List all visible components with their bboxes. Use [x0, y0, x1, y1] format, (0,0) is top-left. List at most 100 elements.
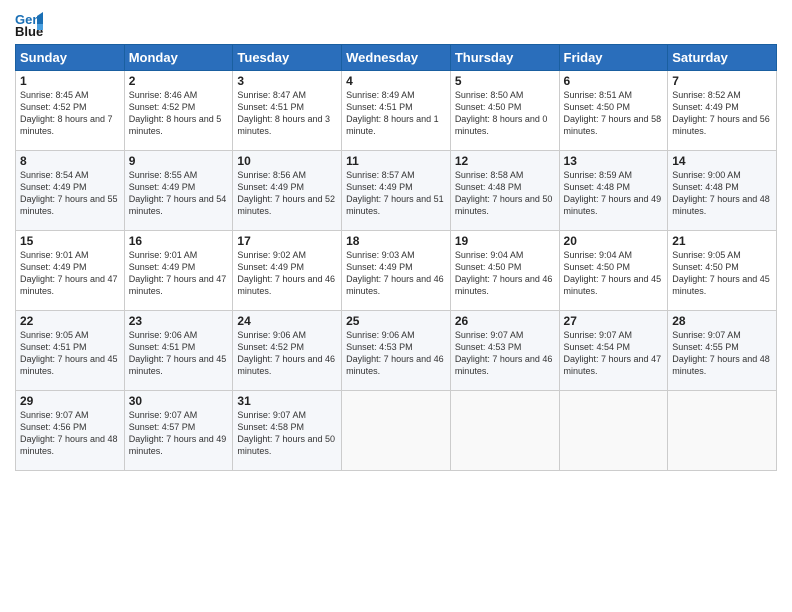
- day-number: 3: [237, 74, 337, 88]
- day-number: 30: [129, 394, 229, 408]
- page-container: General Blue SundayMondayTuesdayWednesda…: [0, 0, 792, 481]
- calendar-week-row: 22Sunrise: 9:05 AMSunset: 4:51 PMDayligh…: [16, 311, 777, 391]
- calendar-day-cell: 18Sunrise: 9:03 AMSunset: 4:49 PMDayligh…: [342, 231, 451, 311]
- weekday-header-cell: Wednesday: [342, 45, 451, 71]
- calendar-day-cell: 16Sunrise: 9:01 AMSunset: 4:49 PMDayligh…: [124, 231, 233, 311]
- calendar-day-cell: 28Sunrise: 9:07 AMSunset: 4:55 PMDayligh…: [668, 311, 777, 391]
- day-detail: Sunrise: 9:02 AMSunset: 4:49 PMDaylight:…: [237, 249, 337, 298]
- day-detail: Sunrise: 9:07 AMSunset: 4:55 PMDaylight:…: [672, 329, 772, 378]
- calendar-day-cell: 31Sunrise: 9:07 AMSunset: 4:58 PMDayligh…: [233, 391, 342, 471]
- calendar-day-cell: 30Sunrise: 9:07 AMSunset: 4:57 PMDayligh…: [124, 391, 233, 471]
- calendar-day-cell: 23Sunrise: 9:06 AMSunset: 4:51 PMDayligh…: [124, 311, 233, 391]
- weekday-header-cell: Thursday: [450, 45, 559, 71]
- calendar-day-cell: [668, 391, 777, 471]
- day-number: 9: [129, 154, 229, 168]
- day-detail: Sunrise: 9:06 AMSunset: 4:53 PMDaylight:…: [346, 329, 446, 378]
- day-detail: Sunrise: 8:58 AMSunset: 4:48 PMDaylight:…: [455, 169, 555, 218]
- calendar-day-cell: 6Sunrise: 8:51 AMSunset: 4:50 PMDaylight…: [559, 71, 668, 151]
- weekday-header-cell: Sunday: [16, 45, 125, 71]
- day-number: 22: [20, 314, 120, 328]
- calendar-day-cell: 14Sunrise: 9:00 AMSunset: 4:48 PMDayligh…: [668, 151, 777, 231]
- calendar-day-cell: 15Sunrise: 9:01 AMSunset: 4:49 PMDayligh…: [16, 231, 125, 311]
- day-detail: Sunrise: 8:51 AMSunset: 4:50 PMDaylight:…: [564, 89, 664, 138]
- calendar-day-cell: [450, 391, 559, 471]
- day-detail: Sunrise: 8:45 AMSunset: 4:52 PMDaylight:…: [20, 89, 120, 138]
- day-detail: Sunrise: 9:00 AMSunset: 4:48 PMDaylight:…: [672, 169, 772, 218]
- calendar-day-cell: 27Sunrise: 9:07 AMSunset: 4:54 PMDayligh…: [559, 311, 668, 391]
- day-detail: Sunrise: 9:07 AMSunset: 4:54 PMDaylight:…: [564, 329, 664, 378]
- day-number: 5: [455, 74, 555, 88]
- weekday-header-cell: Tuesday: [233, 45, 342, 71]
- calendar-day-cell: [342, 391, 451, 471]
- day-detail: Sunrise: 8:54 AMSunset: 4:49 PMDaylight:…: [20, 169, 120, 218]
- calendar-day-cell: 1Sunrise: 8:45 AMSunset: 4:52 PMDaylight…: [16, 71, 125, 151]
- day-number: 10: [237, 154, 337, 168]
- calendar-week-row: 1Sunrise: 8:45 AMSunset: 4:52 PMDaylight…: [16, 71, 777, 151]
- calendar-day-cell: 17Sunrise: 9:02 AMSunset: 4:49 PMDayligh…: [233, 231, 342, 311]
- day-number: 17: [237, 234, 337, 248]
- calendar-day-cell: 10Sunrise: 8:56 AMSunset: 4:49 PMDayligh…: [233, 151, 342, 231]
- calendar-body: 1Sunrise: 8:45 AMSunset: 4:52 PMDaylight…: [16, 71, 777, 471]
- calendar-day-cell: 29Sunrise: 9:07 AMSunset: 4:56 PMDayligh…: [16, 391, 125, 471]
- day-number: 11: [346, 154, 446, 168]
- day-number: 8: [20, 154, 120, 168]
- day-number: 13: [564, 154, 664, 168]
- calendar-week-row: 8Sunrise: 8:54 AMSunset: 4:49 PMDaylight…: [16, 151, 777, 231]
- calendar-day-cell: [559, 391, 668, 471]
- day-detail: Sunrise: 8:55 AMSunset: 4:49 PMDaylight:…: [129, 169, 229, 218]
- day-detail: Sunrise: 8:59 AMSunset: 4:48 PMDaylight:…: [564, 169, 664, 218]
- day-number: 29: [20, 394, 120, 408]
- calendar-day-cell: 13Sunrise: 8:59 AMSunset: 4:48 PMDayligh…: [559, 151, 668, 231]
- calendar-day-cell: 3Sunrise: 8:47 AMSunset: 4:51 PMDaylight…: [233, 71, 342, 151]
- day-number: 27: [564, 314, 664, 328]
- day-detail: Sunrise: 9:06 AMSunset: 4:52 PMDaylight:…: [237, 329, 337, 378]
- day-number: 15: [20, 234, 120, 248]
- day-detail: Sunrise: 9:04 AMSunset: 4:50 PMDaylight:…: [564, 249, 664, 298]
- day-detail: Sunrise: 8:57 AMSunset: 4:49 PMDaylight:…: [346, 169, 446, 218]
- calendar-day-cell: 11Sunrise: 8:57 AMSunset: 4:49 PMDayligh…: [342, 151, 451, 231]
- day-detail: Sunrise: 9:05 AMSunset: 4:50 PMDaylight:…: [672, 249, 772, 298]
- day-number: 18: [346, 234, 446, 248]
- calendar-week-row: 15Sunrise: 9:01 AMSunset: 4:49 PMDayligh…: [16, 231, 777, 311]
- day-number: 4: [346, 74, 446, 88]
- day-detail: Sunrise: 9:07 AMSunset: 4:56 PMDaylight:…: [20, 409, 120, 458]
- day-number: 16: [129, 234, 229, 248]
- day-detail: Sunrise: 9:07 AMSunset: 4:58 PMDaylight:…: [237, 409, 337, 458]
- day-detail: Sunrise: 8:46 AMSunset: 4:52 PMDaylight:…: [129, 89, 229, 138]
- calendar-week-row: 29Sunrise: 9:07 AMSunset: 4:56 PMDayligh…: [16, 391, 777, 471]
- day-number: 25: [346, 314, 446, 328]
- calendar-day-cell: 24Sunrise: 9:06 AMSunset: 4:52 PMDayligh…: [233, 311, 342, 391]
- day-detail: Sunrise: 8:50 AMSunset: 4:50 PMDaylight:…: [455, 89, 555, 138]
- day-number: 6: [564, 74, 664, 88]
- calendar-day-cell: 7Sunrise: 8:52 AMSunset: 4:49 PMDaylight…: [668, 71, 777, 151]
- calendar-day-cell: 5Sunrise: 8:50 AMSunset: 4:50 PMDaylight…: [450, 71, 559, 151]
- day-detail: Sunrise: 9:01 AMSunset: 4:49 PMDaylight:…: [20, 249, 120, 298]
- weekday-header-cell: Monday: [124, 45, 233, 71]
- calendar-table: SundayMondayTuesdayWednesdayThursdayFrid…: [15, 44, 777, 471]
- day-number: 7: [672, 74, 772, 88]
- calendar-day-cell: 22Sunrise: 9:05 AMSunset: 4:51 PMDayligh…: [16, 311, 125, 391]
- weekday-header-cell: Saturday: [668, 45, 777, 71]
- day-number: 2: [129, 74, 229, 88]
- day-number: 31: [237, 394, 337, 408]
- calendar-day-cell: 21Sunrise: 9:05 AMSunset: 4:50 PMDayligh…: [668, 231, 777, 311]
- day-number: 24: [237, 314, 337, 328]
- logo: General Blue: [15, 10, 47, 38]
- calendar-day-cell: 25Sunrise: 9:06 AMSunset: 4:53 PMDayligh…: [342, 311, 451, 391]
- header: General Blue: [15, 10, 777, 38]
- day-detail: Sunrise: 8:52 AMSunset: 4:49 PMDaylight:…: [672, 89, 772, 138]
- day-detail: Sunrise: 9:07 AMSunset: 4:53 PMDaylight:…: [455, 329, 555, 378]
- calendar-day-cell: 2Sunrise: 8:46 AMSunset: 4:52 PMDaylight…: [124, 71, 233, 151]
- calendar-day-cell: 19Sunrise: 9:04 AMSunset: 4:50 PMDayligh…: [450, 231, 559, 311]
- calendar-day-cell: 9Sunrise: 8:55 AMSunset: 4:49 PMDaylight…: [124, 151, 233, 231]
- day-detail: Sunrise: 9:07 AMSunset: 4:57 PMDaylight:…: [129, 409, 229, 458]
- day-detail: Sunrise: 9:01 AMSunset: 4:49 PMDaylight:…: [129, 249, 229, 298]
- day-number: 1: [20, 74, 120, 88]
- day-number: 26: [455, 314, 555, 328]
- day-number: 21: [672, 234, 772, 248]
- day-number: 19: [455, 234, 555, 248]
- day-detail: Sunrise: 9:06 AMSunset: 4:51 PMDaylight:…: [129, 329, 229, 378]
- day-number: 23: [129, 314, 229, 328]
- calendar-day-cell: 4Sunrise: 8:49 AMSunset: 4:51 PMDaylight…: [342, 71, 451, 151]
- weekday-header-cell: Friday: [559, 45, 668, 71]
